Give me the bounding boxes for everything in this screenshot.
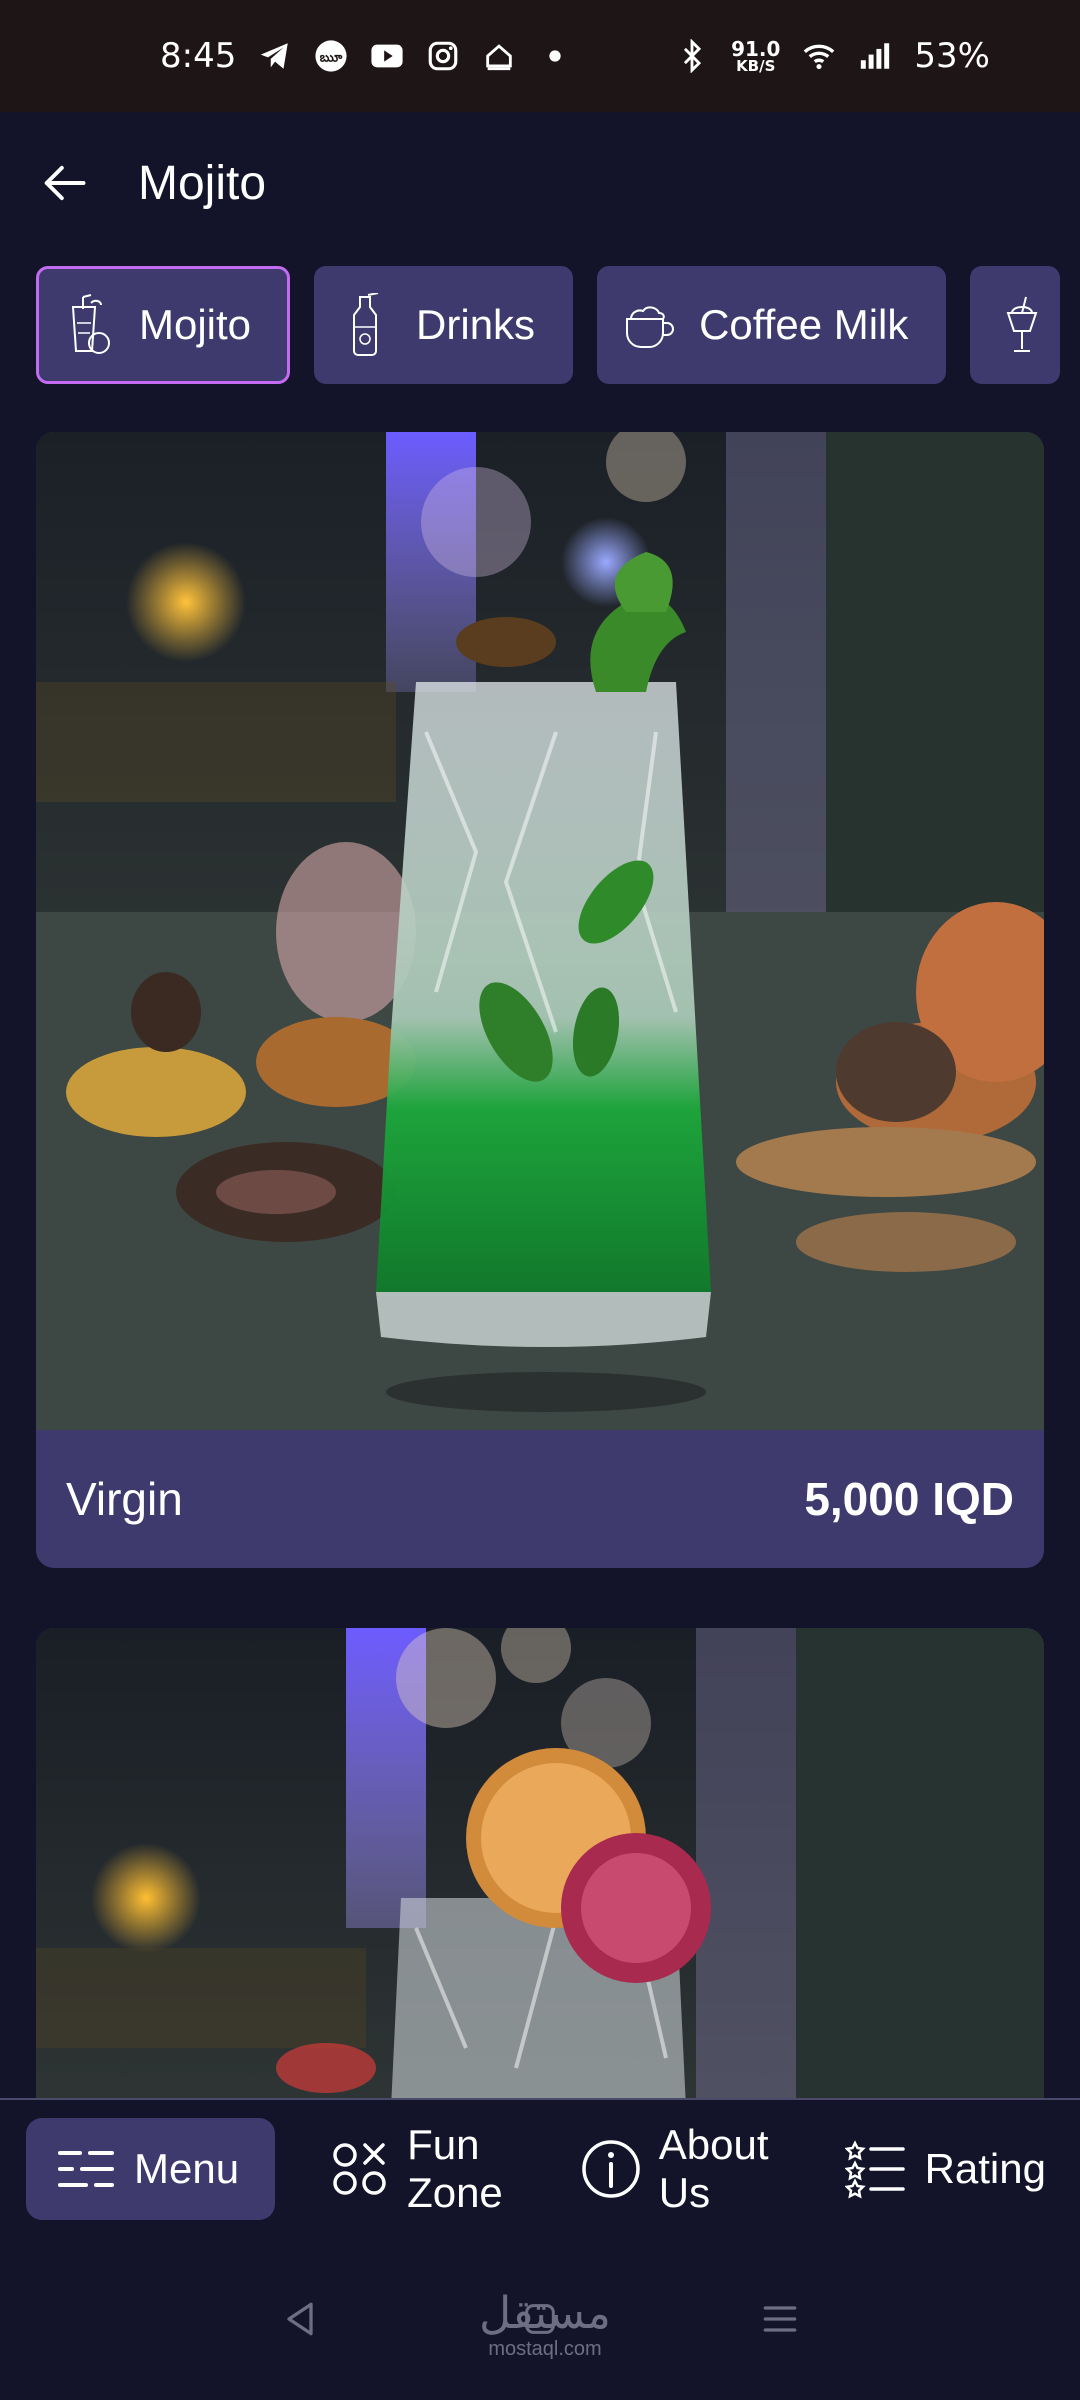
bluetooth-icon (675, 39, 709, 73)
menu-icon (54, 2137, 118, 2201)
net-speed-unit: KB/S (736, 56, 776, 75)
watermark-arabic: مستقل (479, 2288, 611, 2339)
triangle-back-icon (287, 2302, 313, 2336)
status-time: 8:45 (160, 36, 237, 76)
dot-icon (538, 39, 572, 73)
signal-icon (858, 39, 892, 73)
citrus-mojito-photo (36, 1628, 1044, 2108)
back-button[interactable] (36, 155, 92, 211)
fun-zone-icon (327, 2137, 391, 2201)
product-name: Virgin (66, 1473, 183, 1525)
app-bar: Mojito (0, 112, 1080, 254)
category-label: Drinks (416, 301, 536, 348)
instagram-icon (426, 39, 460, 73)
telegram-icon (258, 39, 292, 73)
bottle-icon (338, 293, 394, 357)
page-title: Mojito (138, 156, 267, 210)
back-arrow-icon (44, 165, 86, 201)
status-left: 8:45 ౠ (160, 36, 572, 76)
category-label: Coffee Milk (699, 301, 909, 348)
battery-percent: 53% (914, 36, 990, 76)
product-card[interactable]: Virgin 5,000 IQD (36, 432, 1044, 1568)
nav-menu[interactable]: Menu (26, 2118, 276, 2220)
net-speed-value: 91.0 (731, 36, 781, 61)
watermark: مستقل mostaql.com (470, 2288, 620, 2361)
product-price: 5,000 IQD (804, 1473, 1014, 1525)
wifi-icon (802, 39, 836, 73)
product-card[interactable] (36, 1628, 1044, 2108)
nav-rating[interactable]: Rating (821, 2118, 1070, 2220)
nav-label: About Us (658, 2121, 769, 2216)
category-label: Mojito (139, 301, 252, 348)
category-chip-drinks[interactable]: Drinks (314, 266, 574, 384)
net-speed: 91.0 KB/S (731, 39, 780, 74)
svg-text:ౠ: ౠ (320, 51, 343, 66)
nav-label: Menu (134, 2145, 240, 2192)
category-tabs: Mojito Drinks Coffee Milk (36, 266, 1080, 386)
system-recents-button[interactable] (750, 2289, 810, 2349)
coffee-cup-icon (621, 293, 677, 357)
rating-list-icon (844, 2137, 909, 2201)
nav-label: Fun Zone (407, 2121, 503, 2216)
bottom-navigation: Menu Fun Zone About Us Rating (0, 2098, 1080, 2238)
status-bar: 8:45 ౠ 91.0 KB/S 53% (0, 0, 1080, 112)
mojito-glass-icon (61, 293, 117, 357)
status-right: 91.0 KB/S 53% (675, 36, 990, 76)
nav-label: Rating (924, 2145, 1046, 2192)
category-chip-coffee-milk[interactable]: Coffee Milk (597, 266, 947, 384)
app-badge-icon: ౠ (314, 39, 348, 73)
info-icon (579, 2137, 643, 2201)
home-outline-icon (482, 39, 516, 73)
nav-fun-zone[interactable]: Fun Zone (303, 2118, 527, 2220)
category-chip-milkshake[interactable] (970, 266, 1061, 384)
youtube-icon (370, 39, 404, 73)
category-chip-mojito[interactable]: Mojito (36, 266, 291, 384)
watermark-latin: mostaql.com (488, 2338, 602, 2361)
product-card-footer: Virgin 5,000 IQD (36, 1430, 1044, 1568)
nav-about-us[interactable]: About Us (555, 2118, 793, 2220)
recents-lines-icon (763, 2306, 797, 2332)
system-back-button[interactable] (270, 2289, 330, 2349)
milkshake-icon (994, 293, 1050, 357)
green-mojito-photo (36, 432, 1044, 1430)
